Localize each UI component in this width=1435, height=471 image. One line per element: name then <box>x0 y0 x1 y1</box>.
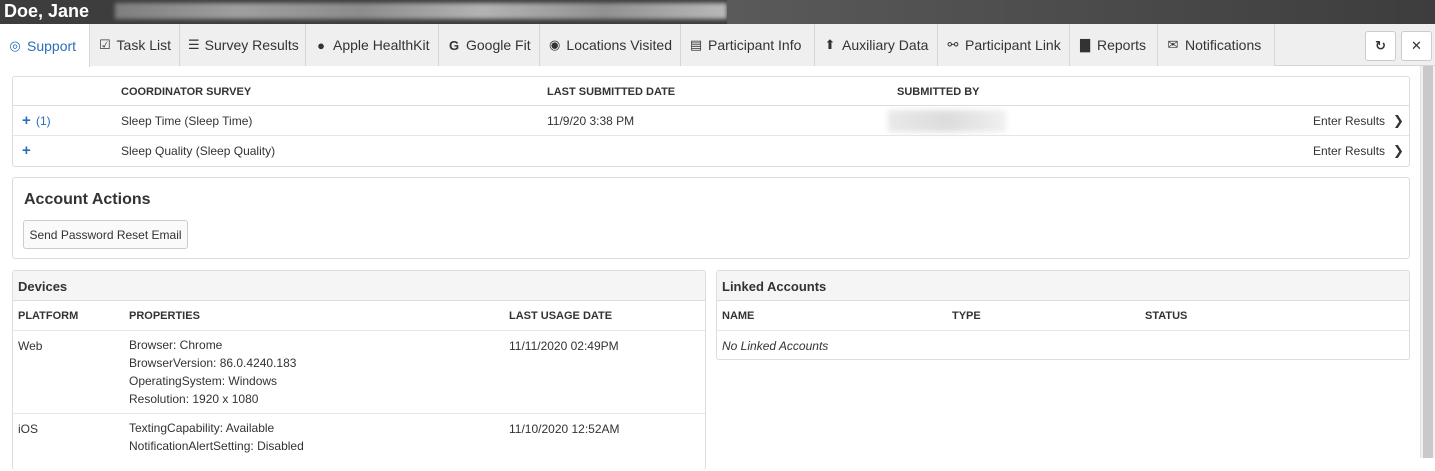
enter-results-link[interactable]: Enter Results ❯ <box>1313 143 1404 159</box>
device-last-usage: 11/11/2020 02:49PM <box>509 339 619 353</box>
google-icon: G <box>448 37 460 53</box>
empty-row: No Linked Accounts <box>717 331 1409 359</box>
no-linked-accounts-text: No Linked Accounts <box>722 339 829 353</box>
device-row: iOS TextingCapability: Available Notific… <box>13 414 705 471</box>
submission-count[interactable]: (1) <box>36 114 51 128</box>
title-bar: Doe, Jane <box>0 0 1435 24</box>
survey-name: Sleep Time (Sleep Time) <box>121 114 253 128</box>
redacted-header-info <box>115 3 727 19</box>
survey-name: Sleep Quality (Sleep Quality) <box>121 144 276 158</box>
column-header-survey: COORDINATOR SURVEY <box>121 86 252 98</box>
account-actions-panel: Account Actions Send Password Reset Emai… <box>12 177 1410 259</box>
device-property: Browser: Chrome <box>129 338 223 352</box>
coordinator-survey-panel: COORDINATOR SURVEY LAST SUBMITTED DATE S… <box>12 76 1410 167</box>
device-properties: TextingCapability: Available Notificatio… <box>129 419 304 455</box>
envelope-open-icon: ✉ <box>1167 37 1179 52</box>
bar-chart-icon: ▇ <box>1080 37 1090 52</box>
devices-table-header: PLATFORM PROPERTIES LAST USAGE DATE <box>13 301 705 331</box>
tab-label: Participant Link <box>965 37 1061 53</box>
column-header-last-usage: LAST USAGE DATE <box>509 310 613 322</box>
chevron-right-icon: ❯ <box>1393 113 1404 128</box>
device-row: Web Browser: Chrome BrowserVersion: 86.0… <box>13 331 705 414</box>
tab-label: Notifications <box>1185 37 1262 53</box>
linked-accounts-panel: Linked Accounts NAME TYPE STATUS No Link… <box>716 270 1410 360</box>
tab-label: Locations Visited <box>566 37 672 53</box>
expand-icon[interactable]: + <box>22 142 31 159</box>
account-actions-title: Account Actions <box>24 191 151 208</box>
refresh-button[interactable]: ↻ <box>1365 31 1396 61</box>
devices-panel: Devices PLATFORM PROPERTIES LAST USAGE D… <box>12 270 706 470</box>
linked-accounts-title: Linked Accounts <box>722 279 827 294</box>
globe-icon: ◉ <box>549 37 561 52</box>
tab-google-fit[interactable]: G Google Fit <box>439 24 540 66</box>
tab-bar: ◎ Support ☑ Task List ☰ Survey Results ●… <box>0 24 1435 67</box>
device-property: TextingCapability: Available <box>129 421 275 435</box>
device-platform: Web <box>18 339 43 353</box>
tab-label: Survey Results <box>204 37 299 53</box>
survey-row: + Sleep Quality (Sleep Quality) Enter Re… <box>13 136 1409 166</box>
tab-support[interactable]: ◎ Support <box>0 24 90 67</box>
devices-header: Devices <box>13 271 705 301</box>
refresh-icon: ↻ <box>1375 38 1386 53</box>
list-icon: ☰ <box>188 37 200 52</box>
expand-icon[interactable]: + <box>22 112 31 129</box>
column-header-properties: PROPERTIES <box>129 310 200 322</box>
link-icon: ⚯ <box>947 37 959 52</box>
linked-accounts-header: Linked Accounts <box>717 271 1409 301</box>
participant-name: Doe, Jane <box>4 1 90 21</box>
survey-row: + (1) Sleep Time (Sleep Time) 11/9/20 3:… <box>13 106 1409 136</box>
enter-results-link[interactable]: Enter Results ❯ <box>1313 113 1404 129</box>
tab-reports[interactable]: ▇ Reports <box>1070 24 1158 66</box>
close-button[interactable]: ✕ <box>1401 31 1432 61</box>
device-last-usage: 11/10/2020 12:52AM <box>509 422 620 436</box>
calendar-check-icon: ☑ <box>98 37 111 52</box>
device-properties: Browser: Chrome BrowserVersion: 86.0.424… <box>129 336 296 408</box>
tab-participant-info[interactable]: ▤ Participant Info <box>681 24 815 66</box>
tab-label: Support <box>27 37 77 54</box>
close-icon: ✕ <box>1411 38 1422 53</box>
column-header-name: NAME <box>722 310 755 322</box>
device-platform: iOS <box>18 422 39 436</box>
device-property: NotificationAlertSetting: Disabled <box>129 439 304 453</box>
send-password-reset-button[interactable]: Send Password Reset Email <box>23 220 188 249</box>
tab-label: Apple HealthKit <box>333 37 430 53</box>
support-icon: ◎ <box>9 37 21 53</box>
column-header-submitted-by: SUBMITTED BY <box>897 86 980 98</box>
upload-icon: ⬆ <box>824 37 836 52</box>
vertical-scrollbar[interactable] <box>1420 66 1435 458</box>
title-bar-fade <box>727 0 1435 24</box>
tab-label: Google Fit <box>466 37 531 53</box>
tab-apple-healthkit[interactable]: ● Apple HealthKit <box>306 24 439 66</box>
tab-participant-link[interactable]: ⚯ Participant Link <box>938 24 1070 66</box>
column-header-last-submitted: LAST SUBMITTED DATE <box>547 86 676 98</box>
linked-accounts-table-header: NAME TYPE STATUS <box>717 301 1409 331</box>
tab-label: Auxiliary Data <box>842 37 929 53</box>
scrollbar-thumb[interactable] <box>1423 66 1433 458</box>
tab-label: Task List <box>116 37 171 53</box>
devices-title: Devices <box>18 279 68 294</box>
last-submitted-date: 11/9/20 3:38 PM <box>547 114 635 128</box>
column-header-status: STATUS <box>1145 310 1188 322</box>
device-property: OperatingSystem: Windows <box>129 374 278 388</box>
device-property: Resolution: 1920 x 1080 <box>129 392 259 406</box>
column-header-platform: PLATFORM <box>18 310 79 322</box>
tab-survey-results[interactable]: ☰ Survey Results <box>180 24 306 66</box>
chevron-right-icon: ❯ <box>1393 143 1404 158</box>
survey-table-header: COORDINATOR SURVEY LAST SUBMITTED DATE S… <box>13 77 1409 106</box>
tab-notifications[interactable]: ✉ Notifications <box>1158 24 1275 66</box>
column-header-type: TYPE <box>952 310 981 322</box>
enter-results-label: Enter Results <box>1313 114 1386 128</box>
redacted-submitter <box>888 110 1006 132</box>
enter-results-label: Enter Results <box>1313 144 1386 158</box>
tab-locations-visited[interactable]: ◉ Locations Visited <box>540 24 681 66</box>
device-property: BrowserVersion: 86.0.4240.183 <box>129 356 297 370</box>
tab-label: Reports <box>1097 37 1147 53</box>
apple-icon: ● <box>317 37 325 53</box>
tab-task-list[interactable]: ☑ Task List <box>90 24 180 66</box>
tab-label: Participant Info <box>708 37 802 53</box>
tab-auxiliary-data[interactable]: ⬆ Auxiliary Data <box>815 24 938 66</box>
id-card-icon: ▤ <box>689 37 703 52</box>
